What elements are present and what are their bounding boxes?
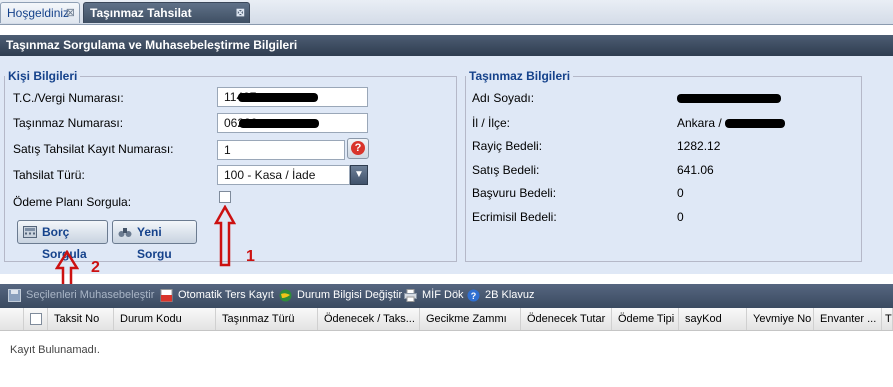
tab-label: Hoşgeldiniz — [7, 6, 70, 20]
column-header[interactable]: Gecikme Zammı — [420, 308, 521, 330]
annotation-label-two: 2 — [91, 259, 100, 276]
tab-hosgeldiniz[interactable]: Hoşgeldiniz ⊠ — [0, 2, 80, 23]
odeme-plani-checkbox[interactable] — [219, 191, 231, 203]
durum-degistir-label: Durum Bilgisi Değiştir — [297, 289, 403, 301]
durum-degistir-button[interactable]: Durum Bilgisi Değiştir — [279, 284, 402, 308]
row-number-column — [0, 308, 24, 330]
calculator-icon — [23, 226, 37, 238]
grid-header: Taksit No Durum Kodu Taşınmaz Türü Ödene… — [0, 308, 893, 331]
redaction-mark — [677, 94, 781, 104]
borc-sorgula-button[interactable]: Borç Sorgula — [17, 220, 108, 261]
svg-text:?: ? — [471, 291, 477, 301]
page-title: Taşınmaz Sorgulama ve Muhasebeleştirme B… — [0, 35, 893, 56]
printer-icon — [404, 289, 417, 302]
tab-tasinmaz-tahsilat[interactable]: Taşınmaz Tahsilat Ekranı ⊠ — [83, 2, 250, 41]
klavuz-label: 2B Klavuz — [485, 289, 535, 301]
column-header[interactable]: Envanter ... — [814, 308, 882, 330]
annotation-label-one: 1 — [246, 248, 255, 265]
redaction-mark — [725, 119, 786, 129]
select-all-checkbox[interactable] — [30, 313, 42, 325]
grid-toolbar: Seçilenleri Muhasebeleştir Otomatik Ters… — [0, 284, 893, 308]
adi-soyadi-label: Adı Soyadı: — [472, 91, 535, 105]
save-icon — [8, 289, 21, 302]
yeni-sorgu-button[interactable]: Yeni Sorgu — [112, 220, 197, 261]
column-header[interactable]: Ödeme Tipi — [612, 308, 679, 330]
select-all-column — [24, 308, 48, 330]
tc-input[interactable]: 11407 — [217, 87, 368, 107]
odeme-label: Ödeme Planı Sorgula: — [13, 195, 132, 209]
basvuru-value: 0 — [677, 186, 684, 200]
column-header[interactable]: sayKod — [679, 308, 747, 330]
ters-kayit-label: Otomatik Ters Kayıt — [178, 289, 274, 301]
redaction-mark — [238, 93, 319, 103]
question-icon: ? — [351, 141, 365, 155]
rayic-label: Rayiç Bedeli: — [472, 139, 543, 153]
chevron-down-icon[interactable]: ▼ — [350, 165, 368, 185]
query-panel: Kişi Bilgileri T.C./Vergi Numarası: 1140… — [0, 56, 893, 274]
close-icon[interactable]: ⊠ — [236, 3, 245, 24]
il-ilce-label: İl / İlçe: — [472, 116, 511, 130]
help-button[interactable]: ? — [347, 138, 369, 159]
ecrimisil-label: Ecrimisil Bedeli: — [472, 210, 557, 224]
muhasebelestir-button[interactable]: Seçilenleri Muhasebeleştir — [8, 284, 154, 308]
person-info-legend: Kişi Bilgileri — [8, 69, 78, 83]
column-header[interactable]: Ödenecek Tutar — [521, 308, 612, 330]
tasinmaz-input[interactable]: 06220 — [217, 113, 368, 133]
rayic-value: 1282.12 — [677, 139, 721, 153]
kayit-label: Satış Tahsilat Kayıt Numarası: — [13, 142, 174, 156]
ters-kayit-button[interactable]: Otomatik Ters Kayıt — [160, 284, 274, 308]
mif-dok-button[interactable]: MİF Dök — [404, 284, 464, 308]
tur-value: 100 - Kasa / İade — [224, 168, 316, 182]
il-ilce-text: Ankara / — [677, 116, 722, 130]
binoculars-icon — [118, 228, 132, 237]
satis-label: Satış Bedeli: — [472, 163, 540, 177]
tab-bar: Hoşgeldiniz ⊠ Taşınmaz Tahsilat Ekranı ⊠ — [0, 0, 893, 41]
tur-label: Tahsilat Türü: — [13, 168, 85, 182]
column-header[interactable]: Taşınmaz Türü — [216, 308, 318, 330]
tc-label: T.C./Vergi Numarası: — [13, 91, 124, 105]
close-icon[interactable]: ⊠ — [66, 3, 75, 24]
help-circle-icon: ? — [467, 289, 480, 302]
basvuru-label: Başvuru Bedeli: — [472, 186, 557, 200]
globe-icon — [279, 289, 292, 302]
column-header[interactable]: Durum Kodu — [114, 308, 216, 330]
tasinmaz-label: Taşınmaz Numarası: — [13, 116, 124, 130]
tur-select[interactable]: 100 - Kasa / İade — [217, 165, 350, 185]
muhasebelestir-label: Seçilenleri Muhasebeleştir — [26, 289, 155, 301]
mif-dok-label: MİF Dök — [422, 289, 464, 301]
ecrimisil-value: 0 — [677, 210, 684, 224]
column-header[interactable]: T — [882, 308, 893, 330]
column-header[interactable]: Taksit No — [48, 308, 114, 330]
klavuz-button[interactable]: ? 2B Klavuz — [467, 284, 535, 308]
column-header[interactable]: Yevmiye No — [747, 308, 814, 330]
yeni-sorgu-label: Yeni Sorgu — [137, 225, 172, 261]
column-header[interactable]: Ödenecek / Taks... — [318, 308, 420, 330]
kayit-input[interactable]: 1 — [217, 140, 345, 160]
il-ilce-value: Ankara / — [677, 116, 786, 130]
property-info-legend: Taşınmaz Bilgileri — [469, 69, 571, 83]
document-red-icon — [160, 289, 173, 302]
kayit-value: 1 — [224, 143, 231, 157]
redaction-mark — [239, 119, 320, 129]
annotation-arrow-one — [214, 205, 236, 267]
adi-soyadi-value — [677, 91, 781, 105]
empty-grid-message: Kayıt Bulunamadı. — [10, 344, 100, 356]
satis-value: 641.06 — [677, 163, 714, 177]
